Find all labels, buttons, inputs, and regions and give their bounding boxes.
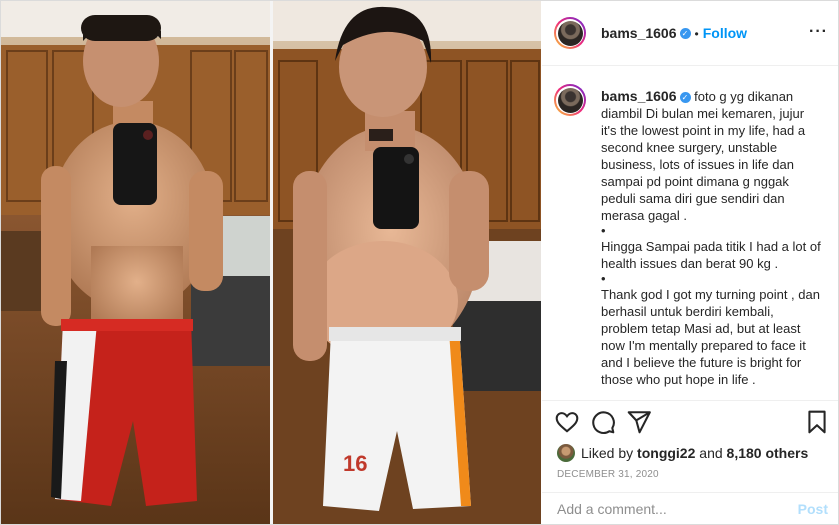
actions-area: Liked by tonggi22 and 8,180 others DECEM…: [542, 400, 838, 525]
caption-paragraph-3: Thank god I got my turning point , dan b…: [601, 287, 820, 387]
verified-badge-icon: ✓: [679, 28, 691, 40]
comment-input[interactable]: Add a comment...: [557, 501, 667, 517]
header-username[interactable]: bams_1606: [601, 25, 677, 41]
liker-avatar[interactable]: [557, 444, 575, 462]
post-header: bams_1606 ✓ • Follow ···: [542, 1, 838, 66]
caption-text: bams_1606 ✓ foto g yg dikanan diambil Di …: [601, 88, 823, 388]
svg-text:16: 16: [343, 451, 367, 476]
liked-by-row: Liked by tonggi22 and 8,180 others: [557, 443, 808, 463]
liked-user-link[interactable]: tonggi22: [637, 445, 695, 461]
post-media[interactable]: 16: [1, 1, 541, 524]
caption-bullet: •: [601, 223, 606, 238]
save-bookmark-icon[interactable]: [804, 409, 830, 435]
caption-bullet: •: [601, 271, 606, 286]
caption-paragraph-2: Hingga Sampai pada titik I had a lot of …: [601, 239, 821, 271]
instagram-post-frame: 16 bams_1606 ✓ • Follow ··· bams_1606 ✓ foto…: [0, 0, 839, 525]
comment-row: Add a comment... Post: [542, 492, 838, 525]
follow-button[interactable]: Follow: [703, 25, 747, 41]
before-photo: [1, 1, 270, 524]
post-comment-button[interactable]: Post: [798, 501, 828, 517]
author-avatar[interactable]: [554, 17, 586, 49]
liked-and: and: [699, 445, 723, 461]
after-photo: 16: [273, 1, 541, 524]
liked-count-link[interactable]: 8,180 others: [727, 445, 809, 461]
caption-username[interactable]: bams_1606: [601, 88, 677, 104]
liked-prefix: Liked by: [581, 445, 634, 461]
caption-verified-icon: ✓: [679, 92, 691, 104]
post-date[interactable]: DECEMBER 31, 2020: [557, 469, 659, 480]
post-sidebar: bams_1606 ✓ • Follow ··· bams_1606 ✓ foto g …: [542, 1, 838, 524]
separator-dot: •: [694, 27, 699, 41]
comment-icon[interactable]: [590, 409, 616, 435]
header-username-row: bams_1606 ✓ • Follow: [601, 25, 747, 43]
like-heart-icon[interactable]: [554, 409, 580, 435]
caption-area: bams_1606 ✓ foto g yg dikanan diambil Di …: [542, 66, 838, 400]
more-horizontal-icon[interactable]: ···: [809, 23, 828, 41]
caption-paragraph-1: foto g yg dikanan diambil Di bulan mei k…: [601, 89, 806, 223]
caption-avatar[interactable]: [554, 84, 586, 116]
share-direct-icon[interactable]: [626, 409, 652, 435]
